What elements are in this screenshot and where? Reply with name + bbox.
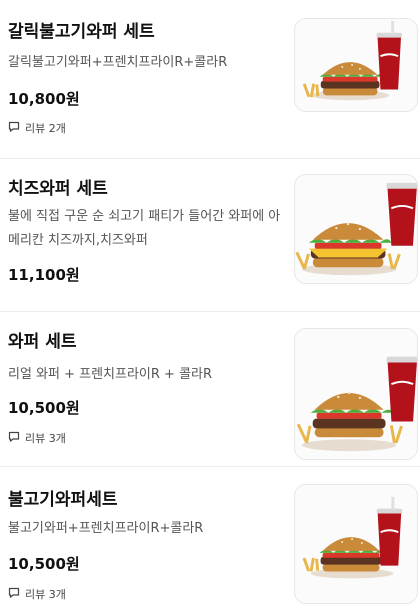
menu-item-description: 불고기와퍼+프렌치프라이R+콜라R — [8, 521, 204, 536]
review-count[interactable]: 리뷰 3개 — [8, 430, 66, 446]
review-count[interactable]: 리뷰 2개 — [8, 120, 66, 136]
menu-item-price: 10,800원 — [8, 90, 80, 108]
review-count-label: 리뷰 2개 — [25, 122, 66, 135]
speech-bubble-icon — [8, 121, 20, 136]
menu-item-bulgogi-whopper-set[interactable]: 불고기와퍼세트 불고기와퍼+프렌치프라이R+콜라R 10,500원 리뷰 3개 — [0, 467, 420, 614]
menu-item-garlic-bulgogi-whopper-set[interactable]: 갈릭불고기와퍼 세트 갈릭불고기와퍼+프렌치프라이R+콜라R 10,800원 리… — [0, 0, 420, 158]
review-count-label: 리뷰 3개 — [25, 588, 66, 601]
menu-item-title: 불고기와퍼세트 — [8, 490, 118, 510]
menu-item-title: 와퍼 세트 — [8, 332, 77, 352]
menu-item-price: 11,100원 — [8, 266, 80, 284]
speech-bubble-icon — [8, 587, 20, 602]
menu-item-title: 치즈와퍼 세트 — [8, 179, 108, 199]
menu-list: 갈릭불고기와퍼 세트 갈릭불고기와퍼+프렌치프라이R+콜라R 10,800원 리… — [0, 0, 420, 614]
burger-set-photo[interactable] — [294, 328, 418, 460]
menu-item-description: 리얼 와퍼 + 프렌치프라이R + 콜라R — [8, 367, 213, 382]
burger-set-photo[interactable] — [294, 484, 418, 604]
menu-item-price: 10,500원 — [8, 555, 80, 573]
menu-item-price: 10,500원 — [8, 399, 80, 417]
burger-set-photo[interactable] — [294, 18, 418, 112]
menu-item-whopper-set[interactable]: 와퍼 세트 리얼 와퍼 + 프렌치프라이R + 콜라R 10,500원 리뷰 3… — [0, 312, 420, 466]
review-count[interactable]: 리뷰 3개 — [8, 586, 66, 602]
menu-item-description: 불에 직접 구운 순 쇠고기 패티가 들어간 와퍼에 아메리칸 치즈까지,치즈와… — [8, 209, 281, 248]
menu-item-description: 갈릭불고기와퍼+프렌치프라이R+콜라R — [8, 55, 228, 70]
review-count-label: 리뷰 3개 — [25, 432, 66, 445]
menu-item-title: 갈릭불고기와퍼 세트 — [8, 22, 155, 42]
menu-item-cheese-whopper-set[interactable]: 치즈와퍼 세트 불에 직접 구운 순 쇠고기 패티가 들어간 와퍼에 아메리칸 … — [0, 159, 420, 311]
speech-bubble-icon — [8, 431, 20, 446]
burger-set-photo[interactable] — [294, 174, 418, 284]
